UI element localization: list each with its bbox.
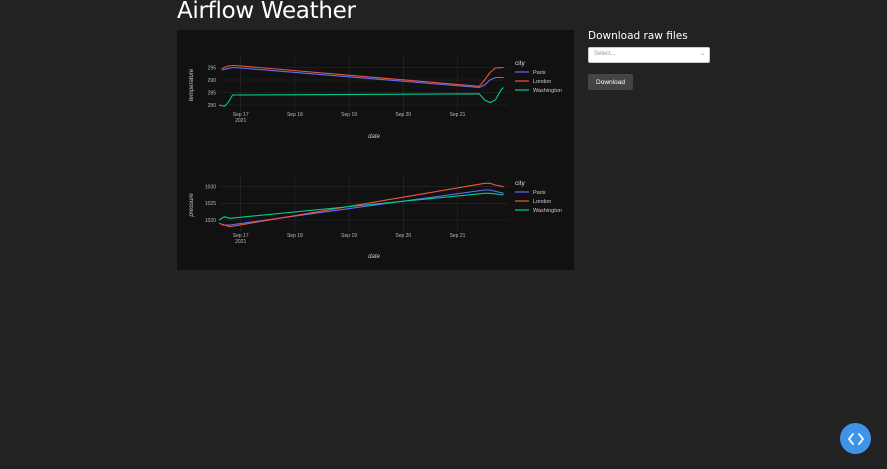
page-title: Airflow Weather	[177, 0, 356, 24]
x-tick-label: Sep 20	[395, 233, 411, 239]
legend-title: city	[515, 180, 526, 187]
legend-item-paris: Paris	[533, 190, 546, 196]
download-title: Download raw files	[588, 30, 688, 42]
x-tick-label: Sep 18	[287, 112, 303, 118]
x-tick-year: 2021	[235, 118, 246, 124]
chevron-down-icon[interactable]: ⌄	[700, 50, 705, 57]
legend-item-london: London	[533, 199, 551, 205]
file-select[interactable]: Select... ⌄	[588, 47, 710, 63]
legend-item-london: London	[533, 79, 551, 85]
page: Airflow Weather Sep 17 Sep 18 Sep 19 Sep 20…	[0, 0, 887, 469]
x-tick-label: Sep 19	[341, 233, 357, 239]
series-line-washington[interactable]	[218, 87, 504, 107]
y-tick-label: 285	[208, 90, 217, 96]
chart-panel[interactable]: Sep 17 Sep 18 Sep 19 Sep 20 Sep 21 2021 280 285…	[177, 30, 574, 270]
y-axis-title: pressure	[189, 193, 195, 218]
x-tick-label: Sep 18	[287, 233, 303, 239]
series-line-london[interactable]	[221, 64, 504, 87]
select-placeholder: Select...	[594, 51, 616, 57]
legend-item-washington: Washington	[533, 208, 562, 214]
y-tick-label: 280	[208, 103, 217, 109]
code-icon	[847, 432, 864, 445]
x-axis-title: date	[368, 254, 380, 260]
y-axis-title: temperature	[189, 68, 195, 101]
legend-title: city	[515, 60, 526, 67]
code-toggle-button[interactable]	[840, 423, 871, 454]
x-tick-label: Sep 21	[450, 233, 466, 239]
x-axis-title: date	[368, 134, 380, 140]
y-tick-label: 1030	[205, 184, 216, 190]
charts-svg[interactable]: Sep 17 Sep 18 Sep 19 Sep 20 Sep 212021280285…	[177, 30, 574, 270]
y-tick-label: 290	[208, 78, 217, 84]
x-tick-label: Sep 20	[395, 112, 411, 118]
download-button[interactable]: Download	[588, 74, 633, 90]
x-tick-label: Sep 21	[450, 112, 466, 118]
legend-item-paris: Paris	[533, 70, 546, 76]
x-tick-year: 2021	[235, 239, 246, 245]
legend-item-washington: Washington	[533, 88, 562, 94]
y-tick-label: 1020	[205, 218, 216, 224]
y-tick-label: 1025	[205, 201, 216, 207]
x-tick-label: Sep 19	[341, 112, 357, 118]
y-tick-label: 295	[208, 65, 217, 71]
download-sidebar: Download raw files Select... ⌄ Download	[588, 30, 718, 90]
